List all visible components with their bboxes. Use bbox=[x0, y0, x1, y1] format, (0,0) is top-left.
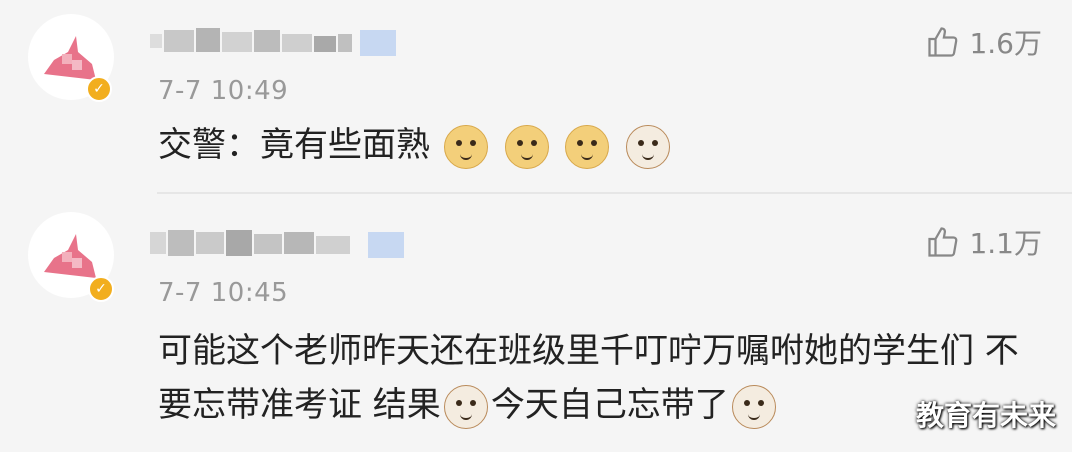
comment-item: ~signature~ ✓ 1.1万 7-7 10:45 可能这个老师昨天还在班… bbox=[0, 196, 1072, 452]
doge-emoji-icon bbox=[565, 124, 610, 169]
comment-text: 交警：竟有些面熟 bbox=[158, 118, 1032, 172]
thumbs-up-icon bbox=[928, 27, 958, 57]
doge-emoji-icon bbox=[504, 124, 549, 169]
thumbs-up-icon bbox=[928, 227, 958, 257]
watermark-text: 教育有未来 bbox=[915, 399, 1056, 432]
comment-text-tail: 今天自己忘带了 bbox=[490, 385, 729, 425]
like-button[interactable]: 1.6万 bbox=[925, 22, 1042, 62]
comment-text: 可能这个老师昨天还在班级里千叮咛万嘱咐她的学生们 不要忘带准考证 结果 今天自己忘… bbox=[158, 324, 1032, 432]
comment-divider bbox=[157, 192, 1072, 194]
cat-emoji-icon bbox=[443, 384, 488, 429]
doge-emoji-icon bbox=[443, 124, 488, 169]
comment-item: ~signature~ ✓ 1.6万 7-7 10:49 交警：竟有些面熟 bbox=[0, 0, 1072, 192]
like-button[interactable]: 1.1万 bbox=[925, 222, 1042, 262]
verified-badge-icon: ✓ bbox=[86, 76, 112, 102]
comment-timestamp: 7-7 10:45 bbox=[158, 278, 289, 308]
comment-text-body: 交警：竟有些面熟 bbox=[158, 125, 430, 165]
unicorn-avatar-icon bbox=[44, 234, 96, 278]
unicorn-avatar-icon bbox=[44, 36, 96, 80]
like-count: 1.6万 bbox=[969, 27, 1042, 60]
verified-badge-icon: ✓ bbox=[88, 276, 114, 302]
like-count: 1.1万 bbox=[969, 227, 1042, 260]
cat-emoji-icon bbox=[626, 124, 671, 169]
comment-timestamp: 7-7 10:49 bbox=[158, 76, 289, 106]
cat-emoji-icon bbox=[731, 384, 776, 429]
